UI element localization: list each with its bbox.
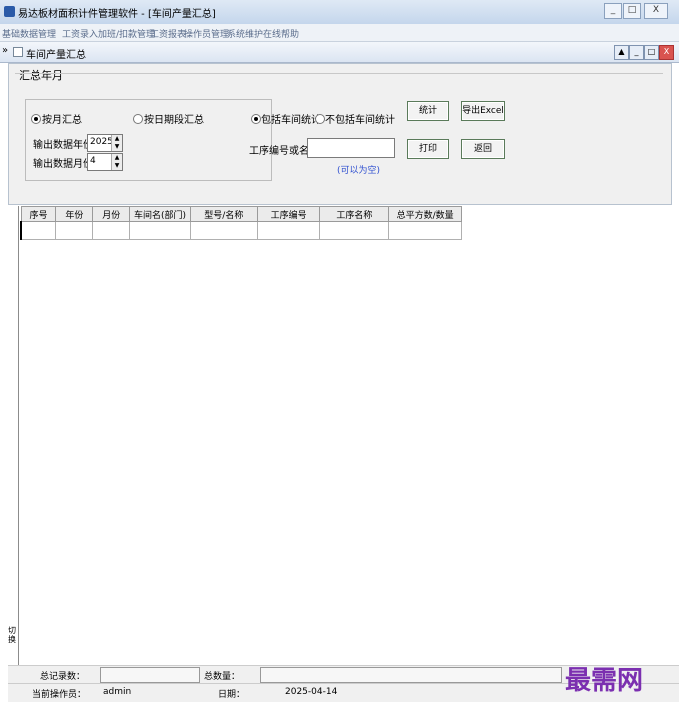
total-qty-label: 总数量： — [204, 672, 241, 682]
child-menu-icon[interactable] — [13, 47, 23, 57]
operator-value: admin — [103, 687, 132, 697]
date-label: 日期： — [218, 690, 246, 700]
child-title: 车间产量汇总 — [26, 50, 86, 61]
month-spinner[interactable]: 4 ▲ ▼ — [87, 153, 123, 171]
operator-label: 当前操作员： — [32, 690, 87, 700]
export-excel-button[interactable]: 导出Excel — [461, 101, 505, 121]
radio-by-month-label: 按月汇总 — [42, 115, 82, 126]
menu-bar: 基础数据管理 工资录入 加班/扣款管理 工资报表 操作员管理 系统维护 在线帮助 — [0, 24, 679, 42]
grid-header-row: 序号 年份 月份 车间名(部门) 型号/名称 工序编号 工序名称 总平方数/数量 — [20, 206, 462, 222]
child-maximize-button[interactable]: □ — [644, 45, 659, 60]
menu-wage-report[interactable]: 工资报表 — [150, 27, 186, 40]
left-tab-strip: 切换 — [8, 206, 19, 681]
radio-by-month[interactable] — [31, 114, 41, 124]
table-cell[interactable] — [388, 221, 462, 240]
menu-basic-data[interactable]: 基础数据管理 — [2, 27, 56, 40]
table-cell[interactable] — [129, 221, 191, 240]
child-window-bar: » 车间产量汇总 ▲ _ □ X — [0, 42, 679, 63]
window-titlebar: 易达板材面积计件管理软件 - [车间产量汇总] _ □ X — [0, 0, 679, 25]
col-header[interactable]: 年份 — [55, 206, 94, 222]
col-header[interactable]: 总平方数/数量 — [388, 206, 462, 222]
col-header[interactable]: 型号/名称 — [189, 206, 258, 222]
table-cell[interactable] — [92, 221, 131, 240]
table-row[interactable] — [20, 221, 462, 240]
child-restore-button[interactable]: ▲ — [614, 45, 629, 60]
table-cell[interactable] — [256, 221, 321, 240]
month-label: 输出数据月份 — [33, 159, 93, 170]
total-records-field — [100, 667, 200, 683]
col-header[interactable]: 工序编号 — [256, 206, 321, 222]
print-button[interactable]: 打印 — [407, 139, 449, 159]
col-header[interactable]: 月份 — [92, 206, 131, 222]
window-title: 易达板材面积计件管理软件 - [车间产量汇总] — [18, 9, 216, 20]
menu-operator[interactable]: 操作员管理 — [184, 27, 229, 40]
radio-exclude-label: 不包括车间统计 — [325, 115, 395, 126]
radio-by-date[interactable] — [133, 114, 143, 124]
total-qty-field — [260, 667, 562, 683]
table-cell[interactable] — [20, 221, 57, 240]
maximize-button[interactable]: □ — [623, 3, 641, 19]
table-cell[interactable] — [189, 221, 258, 240]
year-label: 输出数据年份 — [33, 140, 93, 151]
result-grid[interactable]: 序号 年份 月份 车间名(部门) 型号/名称 工序编号 工序名称 总平方数/数量 — [20, 206, 462, 244]
radio-exclude-workshop[interactable] — [315, 114, 325, 124]
watermark-text: 最需网 — [565, 666, 644, 696]
radio-include-workshop[interactable] — [251, 114, 261, 124]
year-spinner[interactable]: 2025 ▲ ▼ — [87, 134, 123, 152]
minimize-button[interactable]: _ — [604, 3, 622, 19]
close-button[interactable]: X — [644, 3, 668, 19]
app-icon — [4, 6, 15, 17]
stat-button[interactable]: 统计 — [407, 101, 449, 121]
radio-include-label: 包括车间统计 — [261, 115, 321, 126]
menu-overtime[interactable]: 加班/扣款管理 — [98, 27, 155, 40]
spinner-arrows-icon[interactable]: ▲ ▼ — [111, 154, 122, 170]
child-minimize-button[interactable]: _ — [629, 45, 644, 60]
process-hint: (可以为空) — [337, 166, 381, 176]
total-records-label: 总记录数： — [40, 672, 86, 682]
process-input[interactable] — [307, 138, 395, 158]
radio-by-date-label: 按日期段汇总 — [144, 115, 204, 126]
table-cell[interactable] — [55, 221, 94, 240]
nav-arrow-icon[interactable]: » — [2, 45, 8, 56]
group-title: 汇总年月 — [19, 67, 63, 83]
col-header[interactable]: 车间名(部门) — [129, 206, 191, 222]
menu-system[interactable]: 系统维护 — [227, 27, 263, 40]
table-cell[interactable] — [319, 221, 390, 240]
menu-help[interactable]: 在线帮助 — [263, 27, 299, 40]
menu-wage-entry[interactable]: 工资录入 — [62, 27, 98, 40]
col-header[interactable]: 工序名称 — [319, 206, 390, 222]
year-value: 2025 — [90, 137, 113, 147]
date-value: 2025-04-14 — [285, 687, 338, 697]
child-close-button[interactable]: X — [659, 45, 674, 60]
back-button[interactable]: 返回 — [461, 139, 505, 159]
col-header[interactable]: 序号 — [20, 206, 57, 222]
month-value: 4 — [90, 156, 96, 166]
spinner-arrows-icon[interactable]: ▲ ▼ — [111, 135, 122, 151]
filter-panel: 汇总年月 按月汇总 按日期段汇总 输出数据年份 2025 ▲ ▼ 输出数据月份 4… — [8, 63, 672, 205]
group-line — [15, 73, 663, 74]
